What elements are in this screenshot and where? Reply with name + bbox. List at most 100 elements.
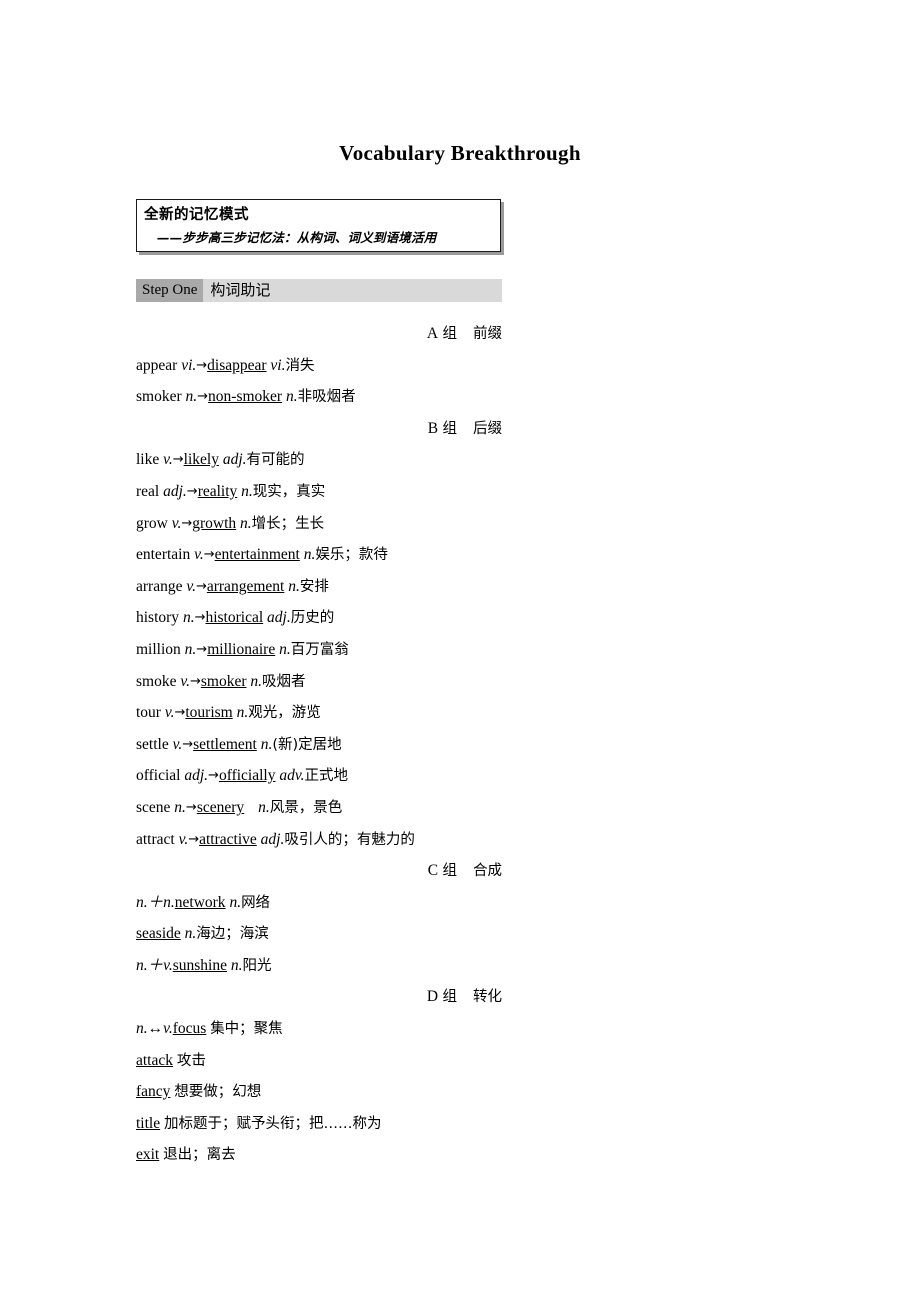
- entry-derived-pos: n.: [303, 546, 316, 564]
- vocab-entry: attract v.→attractive adj.吸引人的；有魅力的: [136, 824, 502, 856]
- vocab-entry: title 加标题于；赋予头衔；把……称为: [136, 1108, 502, 1140]
- vocab-entry: scene n.→scenery n.风景，景色: [136, 792, 502, 824]
- entry-derived-pos: n.: [285, 388, 298, 406]
- group-unit: 组: [442, 989, 458, 1006]
- entry-formula: n.＋n.: [136, 893, 175, 911]
- entry-base-word: appear: [136, 356, 178, 374]
- memory-mode-callout: 全新的记忆模式 ——步步高三步记忆法：从构词、词义到语境活用: [136, 199, 501, 252]
- entry-derived-word: settlement: [193, 735, 257, 753]
- vocab-entry: attack 攻击: [136, 1045, 502, 1077]
- arrow-icon: →: [186, 483, 198, 499]
- entry-meaning: 退出；离去: [163, 1147, 236, 1164]
- entry-formula: n.↔v.: [136, 1020, 173, 1038]
- vocab-entry: grow v.→growth n.增长；生长: [136, 508, 502, 540]
- entry-meaning: 想要做；幻想: [174, 1084, 262, 1101]
- entry-base-word: like: [136, 451, 160, 469]
- entry-meaning: 阳光: [242, 957, 272, 974]
- vocab-entry: fancy 想要做；幻想: [136, 1076, 502, 1108]
- entry-meaning: 观光，游览: [248, 705, 321, 722]
- entry-derived-word: entertainment: [214, 546, 300, 564]
- entry-meaning: 吸引人的；有魅力的: [284, 831, 415, 848]
- entry-derived-pos: n.: [279, 640, 291, 658]
- vocab-entry: n.↔v.focus 集中；聚焦: [136, 1013, 502, 1045]
- entry-derived-word: non-smoker: [208, 388, 283, 406]
- step-one-bar: Step One 构词助记: [136, 279, 502, 302]
- vocab-entry: settle v.→settlement n.(新)定居地: [136, 729, 502, 761]
- arrow-icon: →: [196, 641, 208, 657]
- entry-meaning: 正式地: [304, 768, 348, 785]
- group-name: 后缀: [473, 420, 502, 437]
- entry-base-pos: v.: [164, 704, 175, 722]
- vocab-entry: arrange v.→arrangement n.安排: [136, 571, 502, 603]
- entry-derived-word: arrangement: [206, 577, 285, 595]
- entry-meaning: 攻击: [176, 1052, 206, 1069]
- entry-meaning: 有可能的: [246, 452, 305, 469]
- entry-meaning: 百万富翁: [290, 641, 349, 658]
- entry-derived-word: network: [174, 893, 226, 911]
- entry-base-word: arrange: [136, 577, 183, 595]
- entry-base-pos: v.: [171, 514, 182, 532]
- arrow-icon: →: [172, 452, 184, 468]
- entry-derived-pos: n.: [236, 704, 249, 722]
- entry-base-word: entertain: [136, 546, 191, 564]
- group-header: B 组后缀: [136, 413, 502, 445]
- entry-derived-word: fancy: [136, 1083, 171, 1101]
- callout-subheading: ——步步高三步记忆法：从构词、词义到语境活用: [157, 230, 437, 245]
- entry-base-word: smoker: [136, 388, 182, 406]
- entry-derived-word: officially: [218, 767, 276, 785]
- entry-meaning: 现实，真实: [252, 483, 326, 500]
- entry-meaning: 集中；聚焦: [210, 1021, 283, 1038]
- entry-derived-word: historical: [205, 609, 264, 627]
- vocab-entry: smoker n.→non-smoker n.非吸烟者: [136, 381, 502, 413]
- arrow-icon: →: [182, 736, 194, 752]
- group-header: D 组转化: [136, 981, 502, 1013]
- group-name: 合成: [473, 863, 502, 880]
- entry-base-word: real: [136, 482, 160, 500]
- vocab-entry: appear vi.→disappear vi.消失: [136, 350, 502, 382]
- entry-meaning: 消失: [285, 357, 315, 374]
- group-header: A 组前缀: [136, 318, 502, 350]
- entry-base-word: settle: [136, 735, 169, 753]
- page-title: Vocabulary Breakthrough: [339, 141, 581, 165]
- vocab-entry: smoke v.→smoker n.吸烟者: [136, 666, 502, 698]
- entry-derived-pos: n.: [229, 893, 242, 911]
- entry-derived-pos: adj.: [267, 609, 291, 627]
- entry-derived-word: millionaire: [207, 640, 276, 658]
- entry-base-word: million: [136, 640, 181, 658]
- entry-derived-pos: n.: [260, 735, 273, 753]
- entry-base-pos: v.: [178, 830, 189, 848]
- entry-formula: n.＋v.: [136, 956, 173, 974]
- entry-derived-word: exit: [136, 1146, 160, 1164]
- group-letter: A: [426, 325, 439, 342]
- group-name: 前缀: [473, 326, 502, 342]
- vocab-entry: like v.→likely adj.有可能的: [136, 444, 502, 476]
- vocab-entry: history n.→historical adj.历史的: [136, 602, 502, 634]
- group-unit: 组: [442, 420, 458, 437]
- vocab-entry: million n.→millionaire n.百万富翁: [136, 634, 502, 666]
- entry-derived-word: smoker: [200, 672, 247, 690]
- vocab-entry: real adj.→reality n.现实，真实: [136, 476, 502, 508]
- entry-meaning: 安排: [299, 578, 329, 595]
- entry-base-word: tour: [136, 704, 161, 722]
- entry-derived-pos: n.: [258, 798, 270, 816]
- arrow-icon: →: [174, 705, 186, 721]
- entry-meaning: 风景，景色: [269, 799, 343, 816]
- entry-derived-word: scenery: [196, 798, 245, 816]
- entry-base-pos: v.: [186, 577, 196, 595]
- entry-base-pos: n.: [185, 388, 198, 406]
- entry-derived-word: seaside: [136, 925, 181, 943]
- vocab-entry: entertain v.→entertainment n.娱乐；款待: [136, 539, 502, 571]
- entry-meaning: 非吸烟者: [297, 389, 356, 406]
- arrow-icon: →: [203, 547, 215, 563]
- arrow-icon: →: [181, 515, 193, 531]
- group-unit: 组: [442, 326, 458, 342]
- group-letter: B: [427, 419, 439, 437]
- entry-derived-pos: n.: [288, 577, 300, 595]
- entry-meaning: 网络: [241, 894, 271, 911]
- entry-base-pos: n.: [182, 609, 195, 627]
- entry-base-word: smoke: [136, 672, 177, 690]
- group-unit: 组: [442, 863, 458, 880]
- vocab-entry: seaside n.海边；海滨: [136, 918, 502, 950]
- group-header: C 组合成: [136, 855, 502, 887]
- entry-derived-pos: n.: [250, 672, 262, 690]
